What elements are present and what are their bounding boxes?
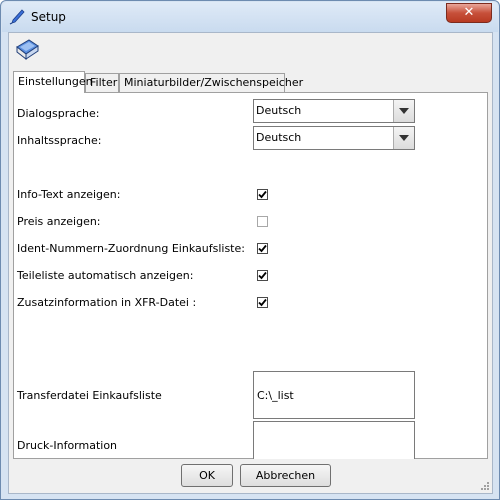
- tab-label: Einstellungen: [18, 75, 93, 88]
- print-info-input[interactable]: [253, 421, 415, 459]
- dialog-language-dropdown-button[interactable]: [393, 100, 414, 122]
- transfer-file-value: C:\_list: [257, 389, 294, 402]
- settings-panel: Dialogsprache: Deutsch Inhaltssprache: D…: [13, 92, 488, 459]
- chevron-down-icon: [399, 108, 409, 114]
- content-language-dropdown-button[interactable]: [393, 127, 414, 149]
- dialog-body: Einstellungen Filter Miniaturbilder/Zwis…: [8, 32, 493, 494]
- checkbox-label-info-text: Info-Text anzeigen:: [17, 188, 121, 201]
- tab-label: Miniaturbilder/Zwischenspeicher: [124, 76, 304, 89]
- transfer-file-input[interactable]: C:\_list: [253, 371, 415, 419]
- checkbox-info-text[interactable]: [257, 189, 268, 200]
- checkbox-label-price: Preis anzeigen:: [17, 215, 101, 228]
- transfer-file-label: Transferdatei Einkaufsliste: [17, 389, 162, 402]
- window-title: Setup: [31, 10, 66, 24]
- chevron-down-icon: [399, 135, 409, 141]
- title-bar[interactable]: Setup ✕: [2, 2, 498, 32]
- close-icon: ✕: [463, 5, 475, 20]
- checkbox-label-xfr-info: Zusatzinformation in XFR-Datei :: [17, 296, 197, 309]
- checkbox-label-parts-list: Teileliste automatisch anzeigen:: [17, 269, 194, 282]
- resize-grip-icon[interactable]: [480, 481, 490, 491]
- book-icon[interactable]: [13, 37, 41, 65]
- dialog-language-value: Deutsch: [256, 104, 302, 117]
- checkbox-label-ident-numbers: Ident-Nummern-Zuordnung Einkaufsliste:: [17, 242, 245, 255]
- cancel-button[interactable]: Abbrechen: [240, 464, 331, 487]
- content-language-value: Deutsch: [256, 131, 302, 144]
- checkbox-xfr-info[interactable]: [257, 297, 268, 308]
- pen-icon: [9, 9, 25, 25]
- print-info-label: Druck-Information: [17, 439, 118, 452]
- checkbox-price[interactable]: [257, 216, 268, 227]
- content-language-select[interactable]: Deutsch: [253, 126, 415, 150]
- ok-button[interactable]: OK: [181, 464, 233, 487]
- setup-window: Setup ✕ Einstellungen Filter Miniaturbil…: [0, 0, 500, 500]
- tab-miniaturbilder[interactable]: Miniaturbilder/Zwischenspeicher: [119, 73, 303, 92]
- checkbox-parts-list[interactable]: [257, 270, 268, 281]
- ok-button-label: OK: [199, 469, 215, 482]
- cancel-button-label: Abbrechen: [255, 469, 316, 482]
- tab-label: Filter: [90, 76, 118, 89]
- close-button[interactable]: ✕: [446, 3, 492, 23]
- content-language-label: Inhaltssprache:: [17, 134, 102, 147]
- checkbox-ident-numbers[interactable]: [257, 243, 268, 254]
- dialog-language-label: Dialogsprache:: [17, 107, 100, 120]
- dialog-language-select[interactable]: Deutsch: [253, 99, 415, 123]
- tab-einstellungen[interactable]: Einstellungen: [13, 71, 93, 93]
